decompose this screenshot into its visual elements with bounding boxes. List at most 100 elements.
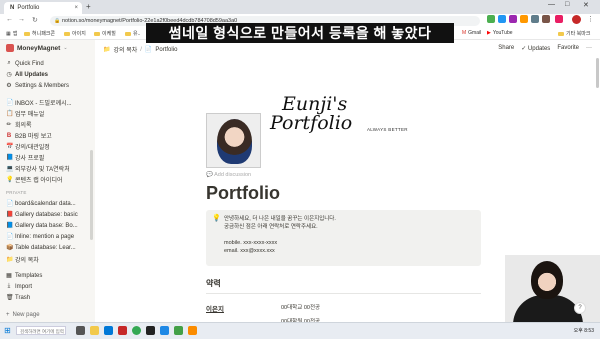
bookmark-item[interactable]: 아이지 xyxy=(64,30,86,37)
add-discussion-button[interactable]: 💬 Add discussion xyxy=(206,172,251,178)
sidebar-private-page[interactable]: 📘 Gallery data base: Bo... xyxy=(6,222,78,230)
sidebar-private-page[interactable]: 📄 board&calendar data... xyxy=(6,200,76,208)
callout-mobile: mobile. xxx-xxxx-xxxx xyxy=(224,240,278,246)
reload-icon[interactable]: ↻ xyxy=(32,16,38,24)
callout-block[interactable]: 💡 안녕하세요, 더 나은 내일을 꿈꾸는 이은지입니다. 궁금하신 점은 아래… xyxy=(206,210,481,266)
import-icon: ⤓ xyxy=(7,283,11,289)
sidebar-item-settings[interactable]: ⚙ Settings & Members xyxy=(6,82,69,90)
profile-avatar[interactable] xyxy=(572,15,581,24)
extension-icon[interactable] xyxy=(520,15,528,23)
sidebar-private-page[interactable]: 📕 Gallery database: basic xyxy=(6,211,78,219)
new-tab-button[interactable]: + xyxy=(86,2,91,11)
sidebar-private-page[interactable]: 📦 Table database: Lear... xyxy=(6,244,76,252)
cover-title: Eunji's Portfolio xyxy=(270,95,352,133)
windows-start-icon[interactable]: ⊞ xyxy=(4,326,11,335)
back-arrow-icon[interactable]: ← xyxy=(6,16,13,23)
sidebar-page-minutes[interactable]: ✏ 회의록 xyxy=(6,120,31,129)
extension-icon[interactable] xyxy=(487,15,495,23)
system-clock[interactable]: 오후 8:53 xyxy=(574,327,594,334)
bookmark-item[interactable]: 유.. xyxy=(125,30,140,37)
share-button[interactable]: Share xyxy=(498,45,514,52)
callout-line: 궁금하신 점은 아래 연락처로 연락주세요. xyxy=(224,224,318,230)
new-page-button[interactable]: + New page xyxy=(6,312,40,318)
plus-icon: + xyxy=(6,312,10,318)
workspace-logo xyxy=(6,44,14,52)
edge-icon[interactable] xyxy=(104,326,113,335)
notion-favicon-icon: N xyxy=(10,5,15,11)
bookmark-item[interactable]: 이케힐 xyxy=(94,30,116,37)
bookmark-apps[interactable]: ▦ 앱 xyxy=(6,30,17,38)
tab-title: Portfolio xyxy=(17,5,40,11)
task-view-icon[interactable] xyxy=(76,326,85,335)
gear-icon: ⚙ xyxy=(6,83,12,89)
name-text[interactable]: 이은지 xyxy=(206,303,224,313)
sidebar-import[interactable]: ⤓ Import xyxy=(6,283,32,290)
sidebar-page-inbox[interactable]: 📄 INBOX - 드밀로께시... xyxy=(6,98,72,107)
browser-tab[interactable]: N Portfolio × xyxy=(4,2,82,14)
file-explorer-icon[interactable] xyxy=(90,326,99,335)
extension-icon[interactable] xyxy=(509,15,517,23)
sidebar-page-contacts[interactable]: 💻 외부강사 및 TA연락처 xyxy=(6,164,70,173)
sidebar-page-manual[interactable]: 📋 업무 매뉴얼 xyxy=(6,109,44,118)
sidebar-templates[interactable]: ▦ Templates xyxy=(6,272,42,280)
private-section-label: PRIVATE xyxy=(6,190,27,195)
notion-app-icon[interactable] xyxy=(146,326,155,335)
search-icon: ⌕ xyxy=(7,60,11,66)
app-icon[interactable] xyxy=(174,326,183,335)
box-icon: 📦 xyxy=(6,245,14,251)
page-scrollbar[interactable] xyxy=(596,58,599,88)
bookmark-item[interactable]: 허니패크콘 xyxy=(24,30,55,37)
app-icon[interactable] xyxy=(118,326,127,335)
bookmark-youtube[interactable]: ▶ YouTube xyxy=(487,30,513,36)
workspace-switcher[interactable]: MoneyMagnet ⌄ xyxy=(6,44,68,52)
forward-arrow-icon[interactable]: → xyxy=(18,16,25,23)
book-icon: 📘 xyxy=(6,155,14,161)
updates-button[interactable]: ✓ Updates xyxy=(521,45,550,52)
menu-dots-icon[interactable]: ⋮ xyxy=(587,15,594,23)
section-divider xyxy=(206,293,481,294)
close-window-button[interactable]: ✕ xyxy=(583,1,589,9)
video-caption: 썸네일 형식으로 만들어서 등록을 해 놓았다 xyxy=(146,23,454,43)
close-tab-icon[interactable]: × xyxy=(74,5,78,11)
sidebar-page-instructor[interactable]: 📘 강사 프로필 xyxy=(6,153,44,162)
more-options-button[interactable]: ··· xyxy=(586,45,592,52)
sidebar-private-page[interactable]: 📁 강의 목차 xyxy=(6,255,39,264)
page-title[interactable]: Portfolio xyxy=(206,183,280,204)
extension-icon[interactable] xyxy=(555,15,563,23)
sidebar-page-b2b[interactable]: B B2B 마링 보고 xyxy=(6,131,52,141)
bookmark-other[interactable]: 기타 북마크 xyxy=(558,30,590,37)
app-icon[interactable] xyxy=(160,326,169,335)
page-icon-photo[interactable] xyxy=(206,113,261,168)
extension-icon[interactable] xyxy=(498,15,506,23)
b-letter-icon: B xyxy=(6,132,12,139)
lightbulb-icon: 💡 xyxy=(212,215,221,222)
taskbar-search[interactable]: 검색하려면 여기에 입력 xyxy=(16,326,66,335)
extension-icon[interactable] xyxy=(542,15,550,23)
folder-icon: 📁 xyxy=(103,47,111,53)
maximize-button[interactable]: □ xyxy=(565,1,569,8)
bookmark-gmail[interactable]: M Gmail xyxy=(462,30,481,36)
help-button[interactable]: ? xyxy=(574,302,586,314)
sidebar-page-schedule[interactable]: 📅 강의/대관일정 xyxy=(6,142,50,151)
sidebar-item-quick-find[interactable]: ⌕ Quick Find xyxy=(6,60,43,67)
sidebar-trash[interactable]: 🗑 Trash xyxy=(6,294,30,302)
sidebar: MoneyMagnet ⌄ ⌕ Quick Find ◷ All Updates ⚙… xyxy=(0,40,95,322)
sidebar-scrollbar[interactable] xyxy=(90,150,93,240)
apps-grid-icon: ▦ xyxy=(6,30,11,37)
lightbulb-icon: 💡 xyxy=(6,177,14,183)
sidebar-item-all-updates[interactable]: ◷ All Updates xyxy=(6,71,48,79)
callout-line: 안녕하세요, 더 나은 내일을 꿈꾸는 이은지입니다. xyxy=(224,216,336,222)
minimize-button[interactable]: — xyxy=(548,1,555,8)
breadcrumb-item[interactable]: Portfolio xyxy=(155,47,177,53)
taskbar: ⊞ 검색하려면 여기에 입력 오후 8:53 xyxy=(0,322,600,339)
sidebar-page-ideas[interactable]: 💡 콘텐츠 랩 아이디어 xyxy=(6,175,63,184)
education-item[interactable]: 00대학교 00전공 xyxy=(281,303,320,311)
breadcrumb-item[interactable]: 강의 목차 xyxy=(113,45,137,54)
extension-icon[interactable] xyxy=(531,15,539,23)
favorite-button[interactable]: Favorite xyxy=(557,45,579,52)
app-icon[interactable] xyxy=(188,326,197,335)
sidebar-private-page[interactable]: 📄 Inline: mention a page xyxy=(6,233,74,241)
career-heading[interactable]: 약력 xyxy=(206,278,221,289)
chrome-icon[interactable] xyxy=(132,326,141,335)
breadcrumb-separator: / xyxy=(140,46,142,53)
